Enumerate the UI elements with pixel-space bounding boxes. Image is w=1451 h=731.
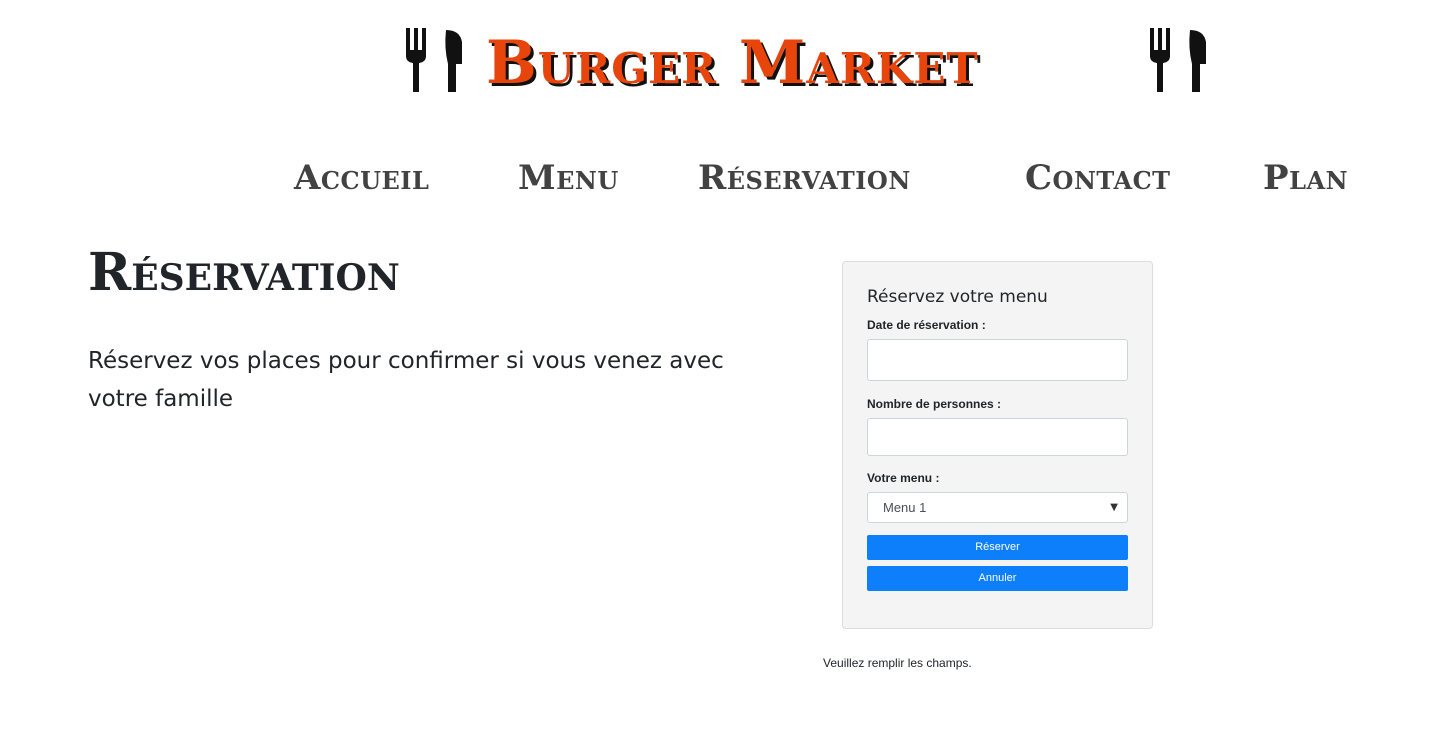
nav-item-contact[interactable]: Contact — [1025, 156, 1171, 200]
fork-knife-icon — [404, 28, 466, 96]
form-title: Réservez votre menu — [867, 287, 1048, 307]
fork-knife-icon — [1148, 28, 1210, 96]
page: Burger Market Accueil Menu Réservation C… — [0, 0, 1451, 731]
nav-item-reservation[interactable]: Réservation — [698, 156, 911, 200]
brand-title: Burger Market — [486, 28, 979, 98]
main-nav: Accueil Menu Réservation Contact Plan — [0, 156, 1451, 200]
brand-logo[interactable]: Burger Market — [404, 26, 1210, 98]
date-field[interactable] — [867, 339, 1128, 381]
intro-text: Réservez vos places pour confirmer si vo… — [88, 348, 724, 412]
page-title: Réservation — [88, 242, 400, 303]
people-label: Nombre de personnes : — [867, 397, 1002, 411]
reserve-button[interactable]: Réserver — [867, 535, 1128, 560]
reservation-form: Réservez votre menu Date de réservation … — [842, 261, 1153, 629]
caret-down-icon: ▼ — [1110, 502, 1118, 513]
date-label: Date de réservation : — [867, 318, 986, 332]
cancel-button[interactable]: Annuler — [867, 566, 1128, 591]
menu-select-value: Menu 1 — [883, 500, 927, 515]
nav-item-accueil[interactable]: Accueil — [294, 156, 429, 200]
menu-select[interactable]: Menu 1 ▼ — [867, 492, 1128, 523]
menu-label: Votre menu : — [867, 471, 940, 485]
form-notice: Veuillez remplir les champs. — [823, 656, 972, 670]
nav-item-plan[interactable]: Plan — [1263, 156, 1348, 200]
people-field[interactable] — [867, 418, 1128, 456]
nav-item-menu[interactable]: Menu — [518, 156, 619, 200]
